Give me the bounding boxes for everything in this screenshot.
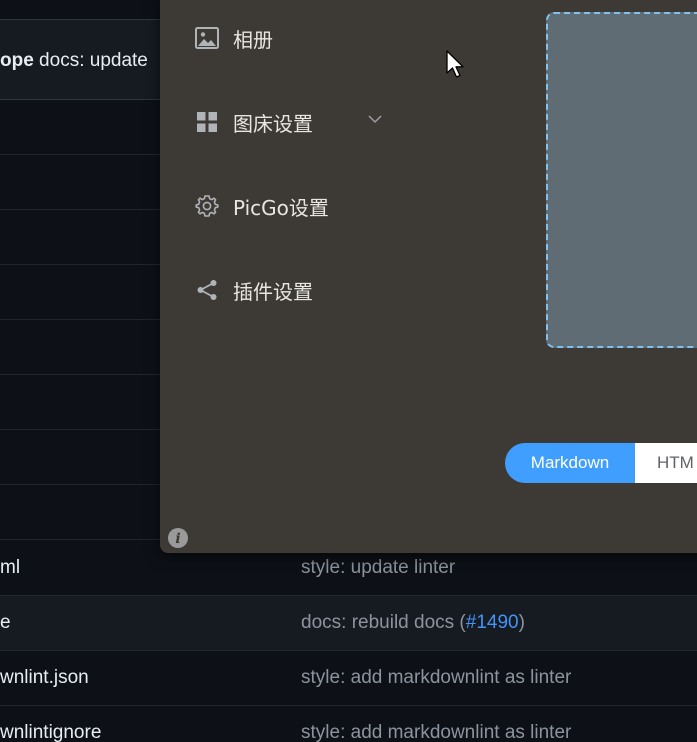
- commit-message[interactable]: docs: rebuild docs (#1490): [301, 612, 525, 634]
- file-name[interactable]: e: [0, 612, 11, 634]
- menu-item-label: 插件设置: [233, 279, 313, 304]
- menu-item-label: 相册: [233, 27, 273, 52]
- image-icon: [195, 26, 219, 50]
- share-icon: [195, 278, 219, 302]
- mouse-cursor-icon: [446, 50, 464, 78]
- menu-item-label: 图床设置: [233, 111, 313, 136]
- svg-text:i: i: [175, 531, 180, 547]
- gear-icon: [195, 194, 219, 218]
- file-row[interactable]: wnlint.json style: add markdownlint as l…: [0, 651, 697, 706]
- menu-item-plugin-settings[interactable]: 插件设置: [195, 275, 313, 305]
- link-format-toggle[interactable]: Markdown HTM: [505, 443, 697, 485]
- format-option-html[interactable]: HTM: [635, 443, 697, 483]
- format-option-markdown[interactable]: Markdown: [505, 443, 635, 483]
- file-name[interactable]: wnlintignore: [0, 722, 101, 742]
- menu-item-image-host-settings[interactable]: 图床设置: [195, 107, 313, 137]
- chevron-down-icon[interactable]: [367, 111, 383, 127]
- file-row[interactable]: e docs: rebuild docs (#1490): [0, 596, 697, 651]
- latest-commit-message[interactable]: ope docs: update: [0, 50, 148, 72]
- pr-link[interactable]: #1490: [466, 612, 519, 633]
- info-icon[interactable]: i: [167, 527, 189, 549]
- file-row[interactable]: wnlintignore style: add markdownlint as …: [0, 706, 697, 742]
- menu-item-picgo-settings[interactable]: PicGo设置: [195, 191, 329, 221]
- commit-message[interactable]: style: add markdownlint as linter: [301, 722, 571, 742]
- file-name[interactable]: ml: [0, 557, 20, 579]
- picgo-window: 相册 图床设置 PicGo设置 插件设置 Markdown HTM i: [160, 0, 697, 553]
- grid-icon: [195, 110, 219, 134]
- menu-item-label: PicGo设置: [233, 195, 329, 220]
- menu-item-gallery[interactable]: 相册: [195, 23, 273, 53]
- commit-message[interactable]: style: update linter: [301, 557, 455, 579]
- file-name[interactable]: wnlint.json: [0, 667, 89, 689]
- commit-message[interactable]: style: add markdownlint as linter: [301, 667, 571, 689]
- upload-drop-area[interactable]: [546, 12, 697, 348]
